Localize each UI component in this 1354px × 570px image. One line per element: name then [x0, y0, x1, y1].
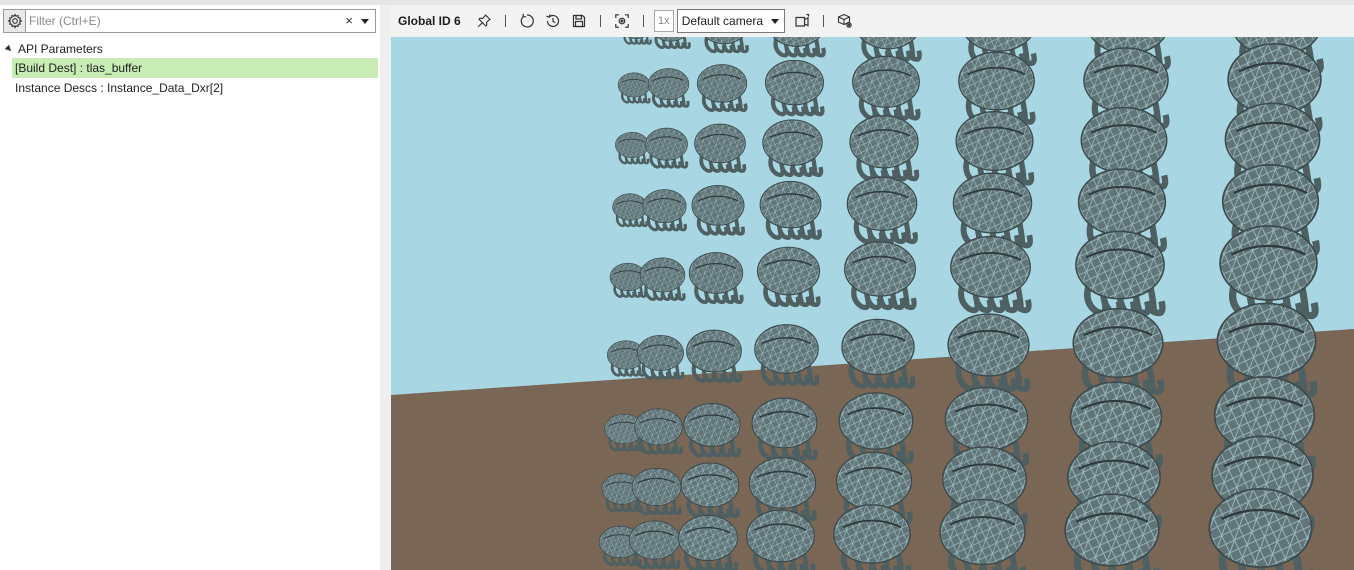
mesh-instance: [746, 509, 816, 570]
mesh-instance: [639, 257, 686, 301]
mesh-instance: [688, 252, 744, 305]
parameters-panel: × API Parameters [Build Dest] : tlas_buf…: [0, 5, 380, 570]
toolbar-separator: [599, 15, 601, 27]
page-title: Global ID 6: [398, 14, 461, 28]
mesh-instance: [772, 37, 826, 58]
mesh-instance: [678, 514, 739, 570]
gear-icon: [7, 13, 22, 29]
mesh-instance: [680, 462, 740, 519]
mesh-instance: [628, 520, 681, 570]
settings-cube-icon[interactable]: [834, 10, 856, 32]
mesh-instance: [647, 68, 690, 108]
mesh-instance: [686, 329, 743, 383]
zoom-level-button[interactable]: 1x: [653, 10, 674, 32]
mesh-instance: [683, 403, 742, 458]
toolbar-separator: [642, 15, 644, 27]
mesh-instance: [759, 180, 822, 240]
mesh-instance: [694, 123, 747, 173]
save-icon[interactable]: [568, 10, 590, 32]
scene-render: [391, 37, 1354, 570]
mesh-instance: [952, 172, 1033, 249]
mesh-instance: [1075, 230, 1166, 317]
mesh-instance: [1072, 307, 1165, 395]
mesh-instance: [642, 189, 687, 232]
mesh-instance: [843, 241, 917, 311]
expand-triangle-icon[interactable]: [4, 44, 14, 54]
mesh-instance: [955, 110, 1035, 186]
mesh-instance: [852, 55, 921, 121]
tree-node-api-parameters[interactable]: API Parameters: [0, 40, 380, 58]
mesh-instance: [833, 504, 912, 570]
mesh-instance: [756, 246, 821, 308]
mesh-instance: [691, 185, 745, 236]
panel-splitter[interactable]: [380, 5, 391, 570]
tree-item-build-dest[interactable]: [Build Dest] : tlas_buffer: [12, 58, 378, 78]
mesh-instance: [631, 467, 682, 516]
camera-swap-icon[interactable]: [791, 10, 813, 32]
filter-settings-button[interactable]: [3, 9, 26, 33]
mesh-instance: [645, 127, 689, 169]
clear-filter-button[interactable]: ×: [345, 13, 353, 28]
toolbar-separator: [822, 15, 824, 27]
mesh-instance: [754, 324, 820, 386]
pin-icon[interactable]: [473, 10, 495, 32]
toolbar-separator: [504, 15, 506, 27]
mesh-instance: [704, 37, 749, 54]
mesh-instance: [838, 392, 915, 464]
reset-icon[interactable]: [516, 10, 538, 32]
mesh-instance: [1219, 225, 1319, 320]
mesh-instance: [634, 408, 684, 455]
mesh-instance: [1064, 493, 1160, 570]
history-icon[interactable]: [542, 10, 564, 32]
filter-bar: ×: [3, 9, 376, 33]
camera-select[interactable]: Default camera: [676, 9, 785, 33]
mesh-instance: [612, 193, 648, 228]
mesh-instance: [762, 119, 824, 178]
viewer-toolbar: Global ID 6 1x Default camera: [391, 5, 1354, 37]
chevron-down-icon: [770, 19, 779, 24]
filter-box: ×: [26, 9, 376, 33]
mesh-instance: [696, 64, 748, 113]
scene-viewport[interactable]: [391, 37, 1354, 570]
tree-item-label: Instance Descs : Instance_Data_Dxr[2]: [15, 81, 224, 95]
parameter-tree: API Parameters [Build Dest] : tlas_buffe…: [0, 40, 380, 98]
mesh-instance: [846, 176, 918, 245]
capture-icon[interactable]: [611, 10, 633, 32]
mesh-instance: [939, 498, 1027, 570]
mesh-instance: [637, 334, 685, 380]
tree-node-label: API Parameters: [18, 42, 103, 56]
mesh-instance: [1208, 487, 1313, 570]
filter-input[interactable]: [26, 10, 326, 32]
tree-item-instance-descs[interactable]: Instance Descs : Instance_Data_Dxr[2]: [12, 78, 378, 98]
mesh-instance: [617, 72, 651, 104]
mesh-instance: [764, 59, 825, 117]
mesh-instance: [947, 313, 1031, 392]
mesh-instance: [615, 131, 650, 165]
filter-dropdown-icon[interactable]: [361, 19, 369, 24]
mesh-instance: [751, 397, 819, 461]
mesh-instance: [841, 318, 916, 389]
mesh-instance: [950, 235, 1032, 314]
mesh-instance: [849, 115, 920, 182]
tree-item-label: [Build Dest] : tlas_buffer: [15, 61, 143, 75]
camera-select-value: Default camera: [681, 14, 764, 28]
